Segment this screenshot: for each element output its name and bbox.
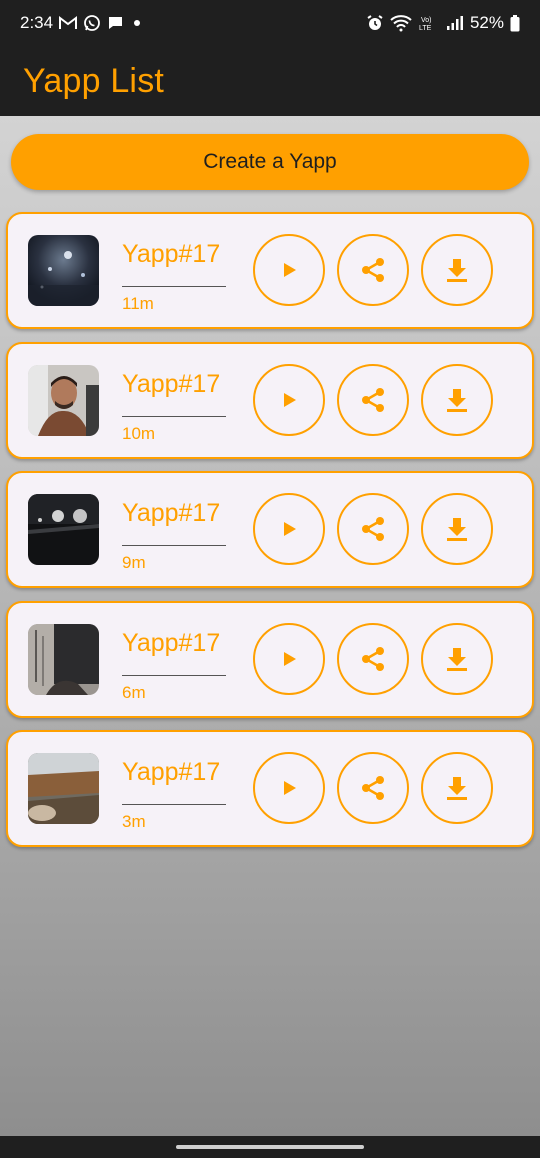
play-button[interactable] [253, 622, 325, 695]
play-icon [284, 781, 296, 795]
download-icon [447, 388, 467, 412]
download-button[interactable] [421, 493, 493, 565]
divider [122, 286, 226, 287]
yapp-thumbnail [28, 623, 99, 695]
yapp-thumbnail [28, 753, 99, 824]
share-button[interactable] [337, 363, 409, 436]
share-button[interactable] [337, 752, 409, 824]
status-bar-left: 2:34 [20, 13, 144, 33]
divider [122, 415, 226, 417]
divider [122, 804, 226, 805]
play-icon [284, 522, 296, 536]
play-icon [284, 263, 296, 277]
yapp-name: Yapp#17 [122, 240, 221, 268]
app-bar: Yapp List [0, 46, 540, 116]
yapp-list: Yapp#17 11m Yapp#17 10m Yapp#17 9m Yapp#… [6, 212, 534, 860]
dot-icon [130, 16, 144, 30]
yapp-card: Yapp#17 3m [6, 730, 534, 847]
play-icon [284, 651, 296, 666]
share-button[interactable] [337, 234, 409, 306]
download-button[interactable] [421, 752, 493, 824]
wifi-icon [390, 14, 412, 32]
signal-icon [446, 15, 464, 31]
yapp-thumbnail [28, 494, 99, 565]
play-button[interactable] [253, 234, 325, 306]
yapp-time: 3m [122, 812, 146, 831]
share-icon [362, 776, 384, 800]
yapp-card: Yapp#17 10m [6, 341, 534, 459]
share-icon [362, 517, 384, 541]
yapp-name: Yapp#17 [122, 499, 221, 527]
create-yapp-button[interactable]: Create a Yapp [11, 134, 529, 190]
download-button[interactable] [421, 234, 493, 306]
status-time: 2:34 [20, 13, 54, 32]
share-button[interactable] [337, 493, 409, 565]
download-icon [447, 259, 467, 282]
yapp-actions [253, 752, 493, 824]
download-icon [447, 518, 467, 541]
yapp-name: Yapp#17 [122, 758, 221, 786]
yapp-actions [253, 234, 493, 306]
battery-percent: 52% [469, 13, 504, 32]
chat-icon [107, 15, 124, 31]
whatsapp-icon [83, 14, 101, 32]
volte-icon: Vo) LTE [418, 14, 440, 32]
yapp-thumbnail [28, 235, 99, 306]
battery-icon [510, 14, 520, 32]
yapp-card: Yapp#17 6m [6, 600, 534, 718]
home-gesture-handle[interactable] [176, 1145, 364, 1149]
yapp-time: 6m [122, 682, 146, 702]
yapp-actions [253, 363, 493, 436]
page-title: Yapp List [23, 61, 165, 100]
yapp-actions [253, 493, 493, 565]
play-button[interactable] [253, 363, 325, 436]
gmail-icon [59, 16, 78, 30]
yapp-thumbnail [28, 364, 99, 436]
divider [122, 674, 226, 676]
yapp-card: Yapp#17 11m [6, 212, 534, 329]
download-icon [447, 647, 467, 671]
yapp-time: 11m [122, 294, 154, 313]
share-icon [362, 258, 384, 282]
yapp-card: Yapp#17 9m [6, 471, 534, 588]
play-icon [284, 392, 296, 407]
download-button[interactable] [421, 363, 493, 436]
share-button[interactable] [337, 622, 409, 695]
share-icon [362, 646, 384, 671]
divider [122, 545, 226, 546]
yapp-name: Yapp#17 [122, 369, 221, 398]
svg-text:LTE: LTE [419, 25, 432, 32]
yapp-actions [253, 622, 493, 695]
download-icon [447, 777, 467, 800]
main-content: Create a Yapp Yapp#17 11m Yapp#17 10m Ya… [0, 116, 540, 1136]
play-button[interactable] [253, 493, 325, 565]
download-button[interactable] [421, 622, 493, 695]
yapp-time: 10m [122, 423, 156, 443]
svg-text:Vo): Vo) [421, 17, 432, 24]
status-bar-right: Vo) LTE 52% [366, 13, 520, 33]
share-icon [362, 387, 384, 412]
yapp-time: 9m [122, 553, 146, 572]
play-button[interactable] [253, 752, 325, 824]
yapp-name: Yapp#17 [122, 628, 221, 657]
status-bar: 2:34 Vo) LTE 52% [0, 0, 540, 46]
alarm-icon [366, 14, 384, 32]
